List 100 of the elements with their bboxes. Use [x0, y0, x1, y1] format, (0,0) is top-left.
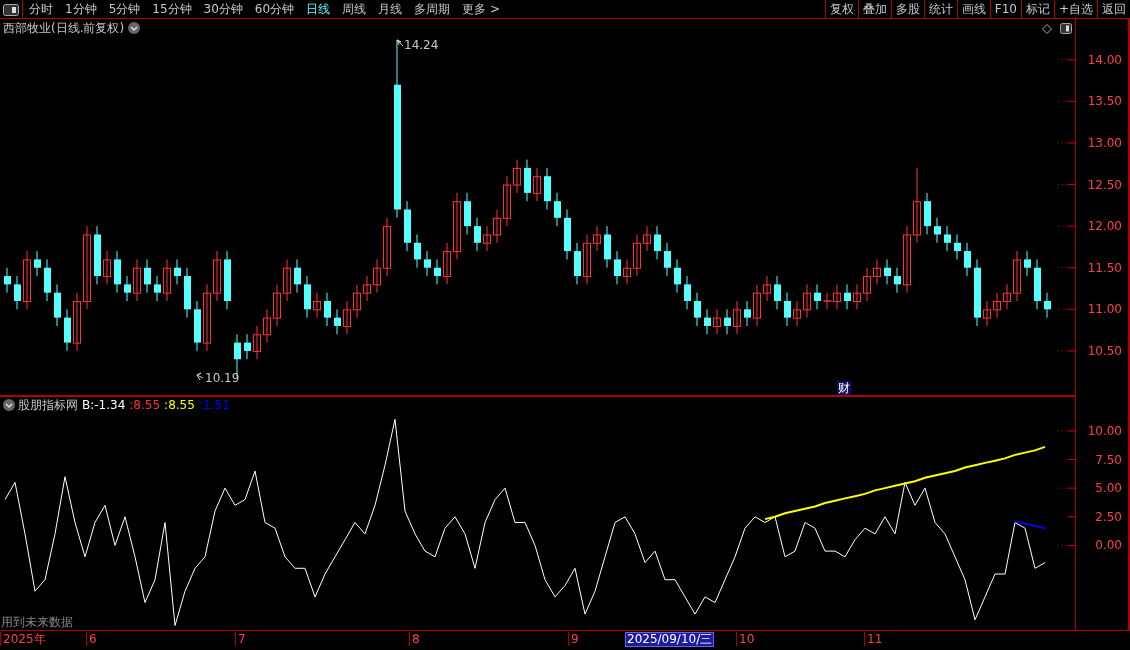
candle	[774, 275, 781, 310]
candle	[23, 250, 31, 310]
candle	[753, 283, 761, 327]
period-tab[interactable]: 60分钟	[248, 0, 301, 18]
axis-label: 11.50	[1087, 261, 1122, 274]
candle	[964, 242, 971, 277]
candle	[844, 283, 851, 310]
candle	[383, 217, 391, 277]
diamond-icon[interactable]	[1042, 24, 1052, 34]
candle	[283, 258, 291, 302]
toolbar-button[interactable]: 叠加	[857, 0, 891, 18]
candle	[564, 209, 571, 260]
more-button[interactable]: 更多 >	[456, 0, 506, 18]
candle	[224, 250, 231, 310]
toolbar-button[interactable]: 统计	[923, 0, 957, 18]
period-tab[interactable]: 30分钟	[197, 0, 249, 18]
candle	[373, 258, 381, 294]
panel-toggle-icon[interactable]	[0, 0, 23, 19]
candle	[524, 159, 531, 202]
candle	[133, 258, 141, 302]
dropdown-icon[interactable]	[3, 399, 15, 411]
candle	[604, 225, 611, 269]
candle	[583, 233, 591, 285]
period-tab[interactable]: 5分钟	[102, 0, 147, 18]
candle	[674, 258, 681, 294]
candle	[713, 308, 721, 335]
price-marker: 14.24	[404, 38, 439, 52]
candle	[493, 209, 501, 244]
period-tab[interactable]: 月线	[372, 0, 409, 18]
candle	[884, 258, 891, 285]
candle	[154, 275, 161, 302]
toolbar-button[interactable]: +自选	[1053, 0, 1097, 18]
candle	[903, 225, 911, 294]
indicator-value: :8.55	[164, 398, 195, 412]
candle	[174, 258, 181, 285]
candle	[144, 258, 151, 294]
date-label: 9	[568, 632, 579, 646]
candle	[873, 258, 881, 285]
candle	[313, 292, 321, 319]
candle	[343, 300, 351, 335]
period-tab[interactable]: 1分钟	[59, 0, 103, 18]
candle	[784, 292, 791, 327]
date-label: 6	[86, 632, 97, 646]
indicator-value: :1.51	[198, 398, 230, 412]
toolbar-button[interactable]: F10	[989, 0, 1021, 18]
candle	[513, 159, 521, 194]
candle	[924, 192, 931, 235]
candle	[213, 250, 221, 302]
panel-toggle-icon[interactable]	[1060, 23, 1072, 34]
axis-label: 0.00	[1095, 539, 1122, 552]
period-tab[interactable]: 日线	[300, 0, 337, 18]
candle	[194, 300, 201, 352]
date-label: 7	[235, 632, 246, 646]
candle	[863, 267, 871, 302]
axis-label: 12.50	[1087, 178, 1122, 191]
candle	[1003, 283, 1011, 310]
candle	[694, 292, 701, 327]
axis-label: 11.00	[1087, 303, 1122, 316]
candle	[324, 292, 331, 327]
candle	[103, 250, 111, 285]
candle	[4, 267, 11, 294]
candle	[34, 250, 41, 277]
candle	[54, 283, 61, 327]
candle	[424, 250, 431, 277]
candle	[184, 267, 191, 319]
candle	[443, 242, 451, 285]
indicator-value: B:-1.34	[82, 398, 126, 412]
warning-note: 用到未来数据	[1, 615, 73, 629]
candle	[304, 275, 311, 319]
axis-label: 10.00	[1087, 424, 1122, 437]
candle	[124, 275, 131, 302]
period-tab[interactable]: 周线	[336, 0, 373, 18]
candle	[633, 233, 641, 277]
toolbar-button[interactable]: 多股	[890, 0, 924, 18]
dropdown-icon[interactable]	[128, 22, 140, 34]
toolbar-button[interactable]: 画线	[956, 0, 990, 18]
toolbar-button[interactable]: 标记	[1020, 0, 1054, 18]
period-tab[interactable]: 15分钟	[146, 0, 198, 18]
axis-label: 2.50	[1095, 510, 1122, 523]
price-marker: 10.19	[205, 371, 240, 385]
candle	[203, 283, 211, 352]
candle	[353, 283, 361, 319]
candle	[944, 225, 951, 252]
candle	[983, 300, 991, 327]
date-label: 2025年	[0, 632, 46, 646]
date-label: 10	[736, 632, 755, 646]
candle	[44, 258, 51, 302]
candle	[684, 275, 691, 310]
toolbar-button[interactable]: 返回	[1097, 0, 1130, 18]
candle	[1044, 292, 1051, 319]
candle	[623, 258, 631, 285]
period-tab[interactable]: 分时	[23, 0, 59, 18]
candle	[64, 308, 71, 352]
candle	[14, 275, 21, 310]
chart-title: 西部牧业(日线.前复权)	[3, 21, 125, 35]
period-tab[interactable]: 多周期	[408, 0, 457, 18]
candle	[724, 308, 731, 335]
cursor-date: 2025/09/10/三	[625, 632, 715, 647]
toolbar-button[interactable]: 复权	[824, 0, 858, 18]
candle	[763, 275, 771, 302]
